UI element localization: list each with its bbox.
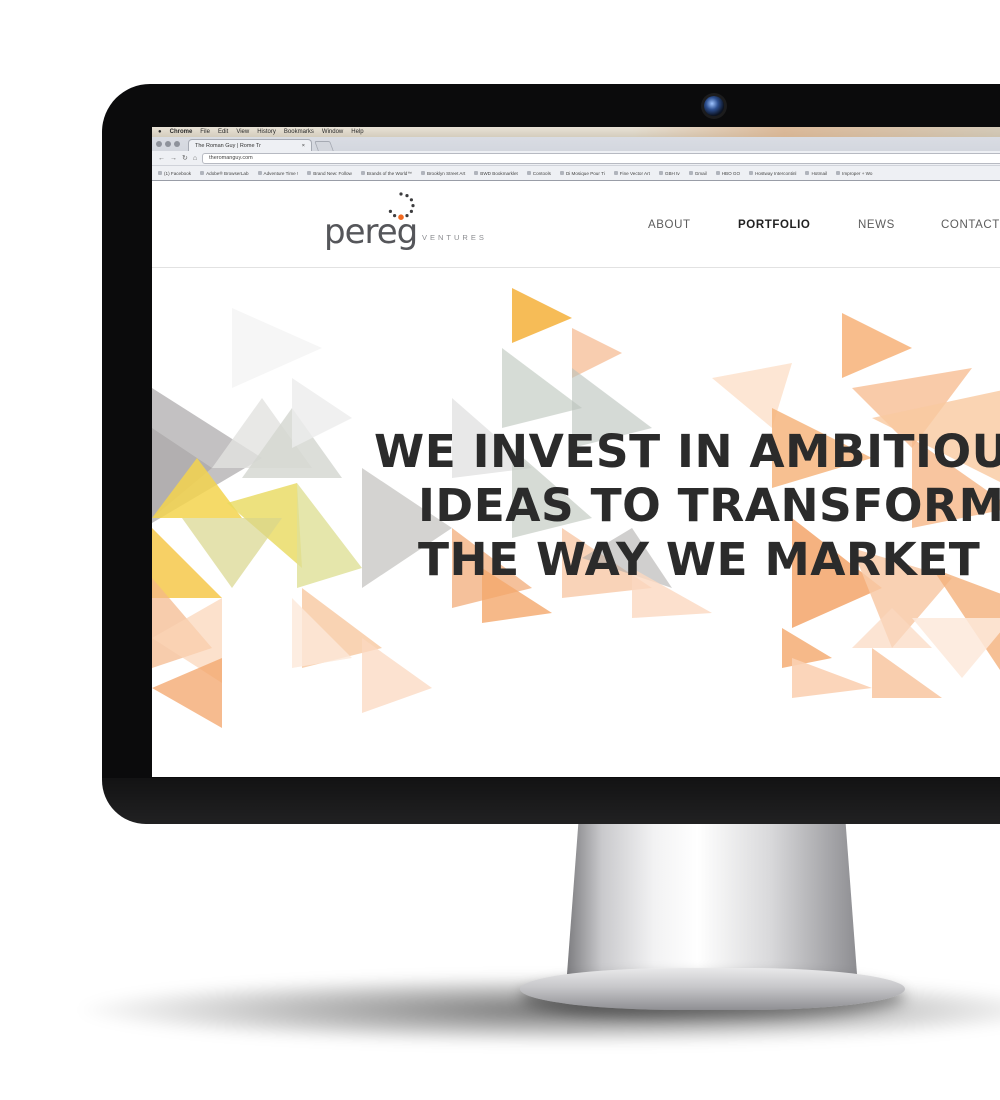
camera-icon (704, 96, 724, 116)
hero-line-3: THE WAY WE MARKET (418, 533, 981, 586)
reload-icon[interactable]: ↻ (182, 154, 188, 162)
bookmark-favicon-icon (474, 171, 479, 175)
screen: ● Chrome File Edit View History Bookmark… (152, 127, 1000, 777)
menu-window[interactable]: Window (322, 129, 343, 135)
url-text: theromanguy.com (209, 155, 253, 161)
bookmark-item[interactable]: Hotmail (805, 171, 827, 176)
bookmark-favicon-icon (158, 171, 162, 175)
hero-line-2: IDEAS TO TRANSFORM (418, 479, 1000, 532)
browser-tab[interactable]: The Roman Guy | Rome Tr × (188, 139, 312, 151)
bookmark-favicon-icon (613, 171, 618, 175)
tab-strip: The Roman Guy | Rome Tr × (152, 137, 1000, 151)
bookmark-label: Adventure Time ! (263, 170, 299, 176)
bookmark-label: (1) Facebook (164, 170, 192, 176)
bookmark-label: Di Mosique Pour Ti (565, 170, 605, 176)
bookmark-favicon-icon (257, 171, 262, 175)
bookmark-item[interactable]: Fine Vector Art (613, 170, 650, 176)
forward-icon[interactable]: → (170, 155, 177, 162)
bookmark-favicon-icon (360, 171, 365, 175)
browser-toolbar: ← → ↻ ⌂ theromanguy.com (152, 151, 1000, 165)
bookmark-item[interactable]: BWD Bookmarklet (474, 171, 518, 176)
bookmark-label: Gmail (694, 170, 707, 176)
bookmark-item[interactable]: Brooklyn Street Art (420, 170, 466, 176)
menu-help[interactable]: Help (351, 129, 363, 135)
bookmark-favicon-icon (200, 171, 205, 175)
bookmark-favicon-icon (307, 171, 312, 175)
bookmark-favicon-icon (715, 171, 720, 175)
address-bar[interactable]: theromanguy.com (202, 152, 1000, 164)
nav-news[interactable]: NEWS (858, 219, 895, 231)
bookmark-item[interactable]: Brands of the World™ (360, 170, 412, 176)
tab-close-icon[interactable]: × (302, 143, 305, 149)
bookmarks-bar: (1) Facebook Adobe® BrowserLab Adventure T… (152, 165, 1000, 180)
bookmark-label: HBO GO (721, 170, 741, 176)
bookmark-favicon-icon (805, 171, 810, 175)
nav-about[interactable]: ABOUT (648, 219, 691, 231)
bookmark-item[interactable]: Adobe® BrowserLab (200, 170, 249, 176)
logo-tagline: VENTURES (422, 233, 487, 242)
bookmark-label: Hostway Intercontinl (755, 170, 797, 176)
bookmark-label: BWD Bookmarklet (480, 170, 518, 176)
bookmark-item[interactable]: (1) Facebook (158, 171, 191, 176)
bookmark-label: Improper + Wo (842, 170, 873, 176)
maximize-window-icon[interactable] (174, 141, 180, 147)
desktop-wallpaper (632, 127, 1000, 137)
bookmark-favicon-icon (559, 171, 564, 175)
bookmark-item[interactable]: Hostway Intercontinl (749, 171, 796, 176)
bookmark-item[interactable]: Di Mosique Pour Ti (559, 170, 605, 176)
apple-icon[interactable]: ● (158, 129, 162, 135)
bookmark-item[interactable]: Adventure Time ! (257, 170, 299, 176)
bookmark-favicon-icon (836, 171, 841, 175)
menu-file[interactable]: File (200, 129, 210, 135)
nav-contact[interactable]: CONTACT (941, 219, 1000, 231)
bookmark-favicon-icon (420, 171, 425, 175)
site-header: pereg VENTURES ABOUT PORTFOLIO NEWS CONT… (152, 181, 1000, 268)
close-window-icon[interactable] (156, 141, 162, 147)
hero-line-1: WE INVEST IN AMBITIOUS (374, 425, 1000, 478)
menu-bookmarks[interactable]: Bookmarks (284, 129, 314, 135)
home-icon[interactable]: ⌂ (193, 155, 197, 162)
hero-headline: WE INVEST IN AMBITIOUS IDEAS TO TRANSFOR… (374, 425, 1000, 587)
monitor-stand-base (520, 968, 905, 1010)
tab-title: The Roman Guy | Rome Tr (195, 142, 261, 149)
bookmark-label: Hotmail (811, 170, 828, 176)
bookmark-label: Contools (532, 170, 551, 176)
menu-edit[interactable]: Edit (218, 129, 228, 135)
new-tab-button[interactable] (314, 141, 334, 151)
menu-history[interactable]: History (257, 129, 276, 135)
mac-menubar: ● Chrome File Edit View History Bookmark… (152, 127, 1000, 137)
bookmark-favicon-icon (749, 171, 754, 175)
logo-wordmark: pereg (324, 212, 418, 252)
bookmark-item[interactable]: Gmail (688, 170, 707, 176)
bookmark-item[interactable]: HBO GO (715, 170, 741, 176)
bookmark-item[interactable]: GBH tv (658, 170, 680, 176)
browser-chrome: The Roman Guy | Rome Tr × ← → ↻ ⌂ therom… (152, 137, 1000, 181)
bookmark-favicon-icon (688, 171, 693, 175)
minimize-window-icon[interactable] (165, 141, 171, 147)
bookmark-label: Adobe® BrowserLab (206, 170, 249, 176)
bookmark-item[interactable]: Contools (526, 170, 551, 176)
bookmark-label: Brooklyn Street Art (426, 170, 466, 176)
bookmark-label: Fine Vector Art (619, 170, 650, 176)
menu-chrome[interactable]: Chrome (170, 129, 193, 135)
bookmark-label: GBH tv (664, 170, 680, 176)
pereg-logo[interactable]: pereg VENTURES (324, 191, 484, 257)
bookmark-label: Brand New: Follow (313, 170, 352, 176)
bookmark-item[interactable]: Improper + Wo (836, 171, 872, 176)
back-icon[interactable]: ← (158, 155, 165, 162)
nav-portfolio[interactable]: PORTFOLIO (738, 219, 810, 231)
hero-section: WE INVEST IN AMBITIOUS IDEAS TO TRANSFOR… (152, 268, 1000, 765)
menu-view[interactable]: View (236, 129, 249, 135)
window-controls (156, 137, 180, 151)
bookmark-favicon-icon (658, 171, 663, 175)
bookmark-item[interactable]: Brand New: Follow (307, 171, 352, 176)
bookmark-favicon-icon (526, 171, 531, 175)
bookmark-label: Brands of the World™ (366, 170, 412, 176)
monitor-mockup: ● Chrome File Edit View History Bookmark… (0, 0, 1000, 1100)
bezel-chin (102, 778, 1000, 824)
